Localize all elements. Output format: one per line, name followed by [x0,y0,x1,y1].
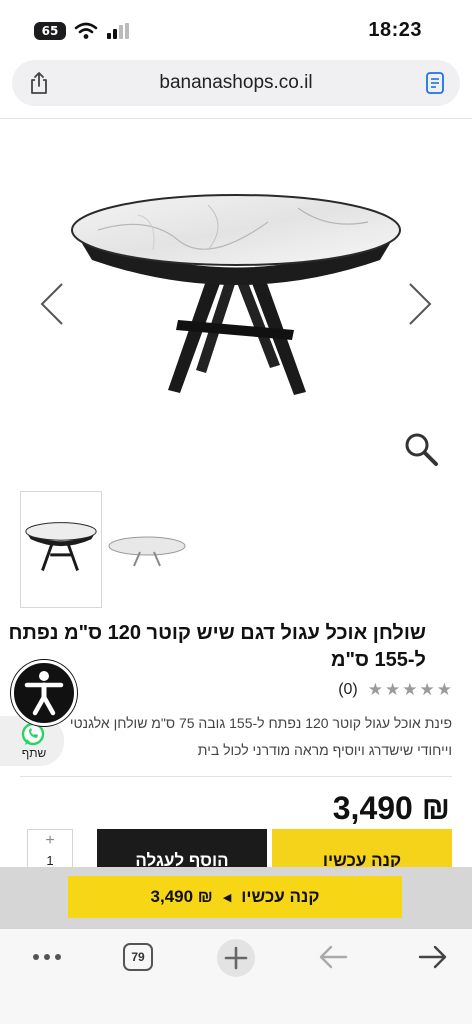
battery-indicator: 65 [34,22,66,40]
accessibility-icon [24,671,64,716]
rating[interactable]: (0) ★ ★ ★ ★ ★ [338,680,452,700]
wifi-icon [74,22,98,39]
caret-left-icon: ◀ [222,891,232,904]
divider [0,118,472,119]
new-tab-button[interactable] [217,939,255,977]
more-icon[interactable] [32,953,62,961]
qty-plus-button[interactable]: + [28,830,72,852]
product-image[interactable] [58,160,414,420]
zoom-icon[interactable] [402,430,440,468]
description-line: וייחודי שישדרג ויוסיף מראה מודרני לכול ב… [197,742,452,758]
page-root: 65 18:23 bananashops.co.il שולחן אוכל עג… [0,0,472,1024]
sticky-price: 3,490 ₪ [150,887,213,906]
accessibility-button[interactable] [11,660,77,726]
status-bar: 65 18:23 [0,0,472,60]
forward-arrow-icon[interactable] [416,943,448,971]
plus-icon [224,946,248,970]
share-icon[interactable] [28,71,50,95]
sticky-buy-bar: קנה עכשיו ◀ 3,490 ₪ [0,867,472,929]
whatsapp-label: שתף [21,746,47,760]
star-icon: ★ [402,680,418,699]
back-arrow-icon[interactable] [318,943,350,971]
browser-toolbar: 79 [0,929,472,1024]
thumbnail-1[interactable] [20,491,102,608]
star-icon: ★ [385,680,401,699]
star-icon: ★ [436,680,452,699]
divider [20,776,452,777]
next-image-arrow[interactable] [406,280,434,328]
reader-icon[interactable] [424,71,446,95]
star-icon: ★ [419,680,435,699]
star-icon: ★ [367,680,383,699]
thumbnail-2[interactable] [104,524,190,574]
sticky-buy-now-button[interactable]: קנה עכשיו ◀ 3,490 ₪ [68,876,402,918]
tabs-button[interactable]: 79 [123,943,153,971]
clock: 18:23 [368,19,422,41]
sticky-buy-label: קנה עכשיו [241,887,320,906]
signal-icon [107,23,129,39]
address-bar[interactable]: bananashops.co.il [12,60,460,106]
url-text[interactable]: bananashops.co.il [72,72,400,94]
review-count[interactable]: (0) [338,681,358,699]
product-price: 3,490 ₪ [332,790,450,826]
prev-image-arrow[interactable] [38,280,66,328]
